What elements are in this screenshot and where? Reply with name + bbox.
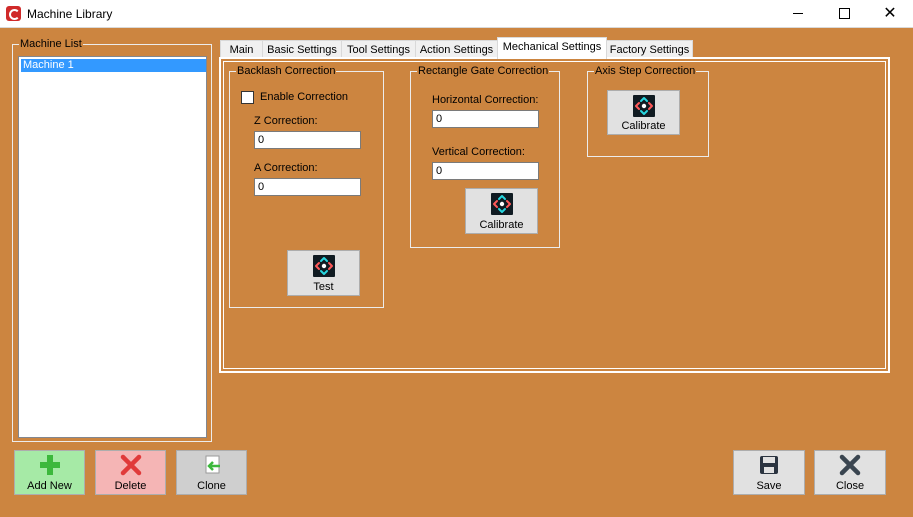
- clone-button[interactable]: Clone: [176, 450, 247, 495]
- close-x-icon: [839, 454, 861, 476]
- enable-correction-label[interactable]: Enable Correction: [260, 91, 348, 103]
- rect-gate-calibrate-label: Calibrate: [479, 219, 524, 231]
- maximize-icon: [839, 8, 850, 19]
- save-label: Save: [756, 480, 782, 492]
- x-icon: [120, 454, 142, 476]
- save-button[interactable]: Save: [733, 450, 805, 495]
- vertical-correction-input[interactable]: 0: [432, 162, 539, 180]
- maximize-button[interactable]: [821, 0, 867, 27]
- calibrate-arrows-icon: [490, 193, 513, 215]
- vertical-correction-label: Vertical Correction:: [432, 146, 525, 158]
- minimize-button[interactable]: [775, 0, 821, 27]
- axis-step-legend: Axis Step Correction: [595, 65, 696, 77]
- delete-label: Delete: [114, 480, 147, 492]
- z-correction-label: Z Correction:: [254, 115, 318, 127]
- z-correction-input[interactable]: 0: [254, 131, 361, 149]
- clone-label: Clone: [197, 480, 226, 492]
- axis-step-calibrate-button[interactable]: Calibrate: [607, 90, 680, 135]
- backlash-legend: Backlash Correction: [237, 65, 336, 77]
- rect-gate-legend: Rectangle Gate Correction: [418, 65, 549, 77]
- test-button[interactable]: Test: [287, 250, 360, 296]
- a-correction-input[interactable]: 0: [254, 178, 361, 196]
- plus-icon: [39, 454, 61, 476]
- rect-gate-calibrate-button[interactable]: Calibrate: [465, 188, 538, 234]
- machine-listbox[interactable]: Machine 1: [18, 56, 207, 438]
- close-window-button[interactable]: ✕: [867, 0, 913, 27]
- delete-button[interactable]: Delete: [95, 450, 166, 495]
- calibrate-arrows-icon: [312, 255, 335, 277]
- add-new-label: Add New: [27, 480, 72, 492]
- horizontal-correction-label: Horizontal Correction:: [432, 94, 539, 106]
- add-new-button[interactable]: Add New: [14, 450, 85, 495]
- minimize-icon: [793, 13, 803, 14]
- list-item-machine[interactable]: Machine 1: [21, 59, 206, 72]
- window-title: Machine Library: [27, 7, 113, 21]
- enable-correction-checkbox[interactable]: [241, 91, 254, 104]
- calibrate-arrows-icon: [632, 95, 655, 117]
- a-correction-label: A Correction:: [254, 162, 318, 174]
- tab-mechanical-settings[interactable]: Mechanical Settings: [497, 37, 607, 59]
- close-button[interactable]: Close: [814, 450, 886, 495]
- floppy-disk-icon: [758, 454, 780, 476]
- horizontal-correction-input[interactable]: 0: [432, 110, 539, 128]
- clone-document-icon: [201, 454, 223, 476]
- machine-list-legend: Machine List: [20, 38, 82, 50]
- test-button-label: Test: [313, 281, 334, 293]
- app-logo-icon: [6, 6, 21, 21]
- close-label: Close: [835, 480, 865, 492]
- title-bar: Machine Library ✕: [0, 0, 913, 28]
- axis-step-calibrate-label: Calibrate: [621, 120, 666, 132]
